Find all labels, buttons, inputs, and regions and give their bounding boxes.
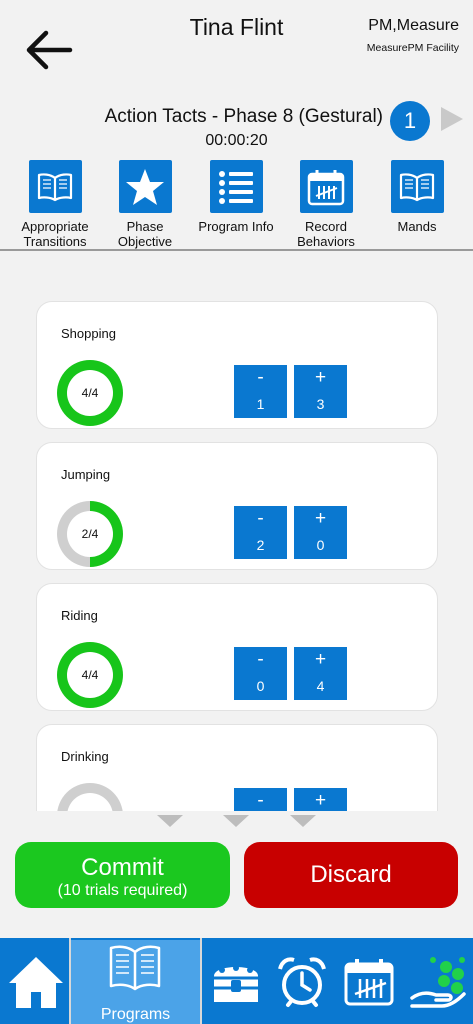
toolbar-label: Appropriate Transitions	[21, 219, 89, 249]
toolbar-record-behaviors[interactable]: Record Behaviors	[281, 160, 371, 249]
progress-ring: 0/4	[57, 783, 123, 811]
nav-programs-label: Programs	[100, 1006, 171, 1023]
toolbar-appropriate-transitions[interactable]: Appropriate Transitions	[10, 160, 100, 249]
open-book-icon	[28, 160, 82, 213]
programs-book-icon	[109, 945, 161, 991]
calendar-tally-icon	[344, 959, 394, 1006]
nav-record-behaviors[interactable]	[336, 940, 402, 1024]
scroll-down-chevron-icon[interactable]	[157, 815, 183, 827]
scroll-down-chevron-icon[interactable]	[290, 815, 316, 827]
plus-count: 4	[316, 678, 325, 694]
minus-counter-button[interactable]: -2	[234, 506, 287, 559]
toolbar-label: Mands	[397, 219, 437, 234]
toolbar-mands[interactable]: Mands	[372, 160, 462, 234]
coins-hand-icon	[409, 957, 466, 1008]
target-list[interactable]: Shopping 4/4 -1 +3 Jumping 2/4 -2 +0 Rid…	[0, 251, 473, 811]
target-name: Riding	[61, 608, 98, 623]
toolbar-label: Phase Objective	[117, 219, 173, 249]
user-role: PM,Measure	[368, 17, 459, 34]
commit-button[interactable]: Commit (10 trials required)	[15, 842, 230, 908]
progress-label: 4/4	[67, 652, 113, 698]
target-card: Jumping 2/4 -2 +0	[36, 442, 438, 570]
target-name: Jumping	[61, 467, 111, 482]
toolbar-phase-objective[interactable]: Phase Objective	[100, 160, 190, 249]
calendar-tally-icon	[299, 160, 353, 213]
treasure-chest-icon	[214, 965, 258, 1002]
minus-count: 2	[256, 537, 265, 553]
progress-ring: 4/4	[57, 360, 123, 426]
plus-count: 0	[316, 537, 325, 553]
target-name: Drinking	[61, 749, 109, 764]
toolbar-label: Record Behaviors	[297, 219, 355, 249]
nav-separator	[200, 938, 202, 1024]
toolbar-program-info[interactable]: Program Info	[191, 160, 281, 234]
minus-counter-button[interactable]: -0	[234, 647, 287, 700]
nav-rewards[interactable]	[204, 940, 268, 1024]
plus-counter-button[interactable]: +0	[294, 506, 347, 559]
nav-timer[interactable]	[270, 940, 334, 1024]
progress-label: 4/4	[67, 370, 113, 416]
alarm-clock-icon	[278, 957, 326, 1007]
minus-counter-button[interactable]: -	[234, 788, 287, 811]
nav-programs[interactable]: Programs	[71, 940, 200, 1024]
progress-label: 2/4	[67, 511, 113, 557]
next-phase-arrow-icon[interactable]	[441, 107, 463, 131]
plus-counter-button[interactable]: +	[294, 788, 347, 811]
program-title: Action Tacts - Phase 8 (Gestural)	[104, 106, 383, 127]
plus-counter-button[interactable]: +3	[294, 365, 347, 418]
minus-count: 0	[256, 678, 265, 694]
header: Tina Flint PM,Measure MeasurePM Facility…	[0, 0, 473, 251]
star-icon	[118, 160, 172, 213]
progress-ring: 4/4	[57, 642, 123, 708]
scroll-down-chevron-icon[interactable]	[223, 815, 249, 827]
nav-home[interactable]	[2, 940, 69, 1024]
phase-badge[interactable]: 1	[390, 101, 430, 141]
list-icon	[209, 160, 263, 213]
minus-count: 1	[256, 396, 265, 412]
commit-sublabel: (10 trials required)	[57, 882, 188, 899]
facility-name: MeasurePM Facility	[366, 42, 459, 54]
bottom-nav: Programs	[0, 938, 473, 1024]
home-icon	[8, 957, 63, 1008]
discard-label: Discard	[310, 861, 392, 888]
commit-label: Commit	[81, 854, 164, 881]
plus-counter-button[interactable]: +4	[294, 647, 347, 700]
minus-counter-button[interactable]: -1	[234, 365, 287, 418]
target-card: Riding 4/4 -0 +4	[36, 583, 438, 711]
target-name: Shopping	[61, 326, 116, 341]
nav-tokens[interactable]	[404, 940, 471, 1024]
plus-count: 3	[316, 396, 325, 412]
progress-ring: 2/4	[57, 501, 123, 567]
target-card: Shopping 4/4 -1 +3	[36, 301, 438, 429]
progress-label: 0/4	[67, 793, 113, 811]
discard-button[interactable]: Discard	[244, 842, 458, 908]
toolbar-label: Program Info	[198, 219, 274, 234]
open-book-icon	[390, 160, 444, 213]
target-card: Drinking 0/4 - +	[36, 724, 438, 811]
